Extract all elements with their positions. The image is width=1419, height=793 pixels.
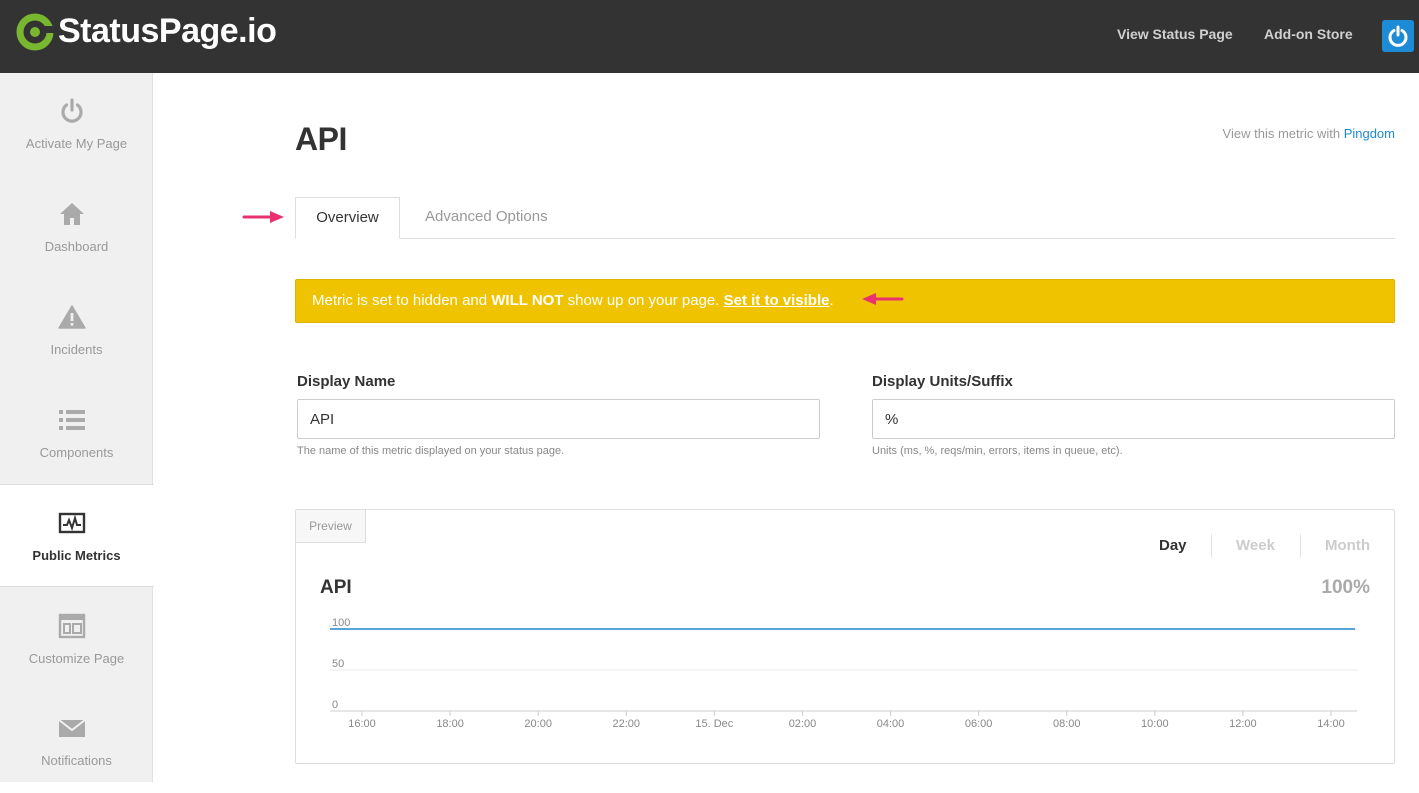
sidebar-item-label: Public Metrics	[32, 548, 121, 563]
top-bar: StatusPage.io View Status Page Add-on St…	[0, 0, 1419, 73]
chart-x-tick-label: 12:00	[1229, 718, 1257, 730]
range-divider	[1211, 534, 1212, 558]
brand-name: StatusPage.io	[58, 12, 277, 50]
chart-x-tick-label: 02:00	[789, 718, 817, 730]
set-visible-link[interactable]: Set it to visible	[724, 292, 830, 309]
sidebar-item-incidents[interactable]: Incidents	[0, 279, 153, 382]
chart-x-tick-label: 20:00	[524, 718, 552, 730]
chart-y-tick-label: 0	[332, 699, 338, 711]
sidebar-item-label: Activate My Page	[25, 136, 128, 151]
pingdom-link[interactable]: Pingdom	[1344, 126, 1395, 141]
sidebar-item-label: Incidents	[50, 342, 103, 357]
sidebar-item-public-metrics[interactable]: Public Metrics	[0, 484, 154, 587]
preview-tag: Preview	[296, 510, 366, 543]
sidebar-item-dashboard[interactable]: Dashboard	[0, 176, 153, 279]
chart-x-tick-label: 10:00	[1141, 718, 1169, 730]
sidebar-item-label: Dashboard	[44, 239, 109, 254]
home-icon	[60, 203, 84, 225]
chart-x-tick-label: 15. Dec	[695, 718, 733, 730]
list-icon	[59, 410, 85, 430]
metric-preview-panel: Preview Day Week Month API 100% 0 50 100 16…	[295, 509, 1395, 764]
tab-overview[interactable]: Overview	[295, 197, 400, 239]
chart-x-tick-label: 22:00	[613, 718, 641, 730]
preview-metric-name: API	[320, 577, 352, 598]
metrics-icon	[58, 512, 86, 534]
sidebar-item-customize-page[interactable]: Customize Page	[0, 588, 153, 691]
sidebar-item-label: Notifications	[41, 753, 112, 768]
hidden-metric-alert: Metric is set to hidden and WILL NOT sho…	[295, 279, 1395, 323]
sidebar: Activate My Page Dashboard Incidents Com…	[0, 73, 154, 782]
sidebar-item-components[interactable]: Components	[0, 382, 153, 485]
warning-icon	[58, 305, 86, 329]
range-month-button[interactable]: Month	[1325, 537, 1370, 554]
view-status-page-link[interactable]: View Status Page	[1117, 26, 1233, 42]
chart-y-tick-label: 100	[332, 617, 350, 629]
range-day-button[interactable]: Day	[1159, 537, 1187, 554]
chart-x-tick-label: 08:00	[1053, 718, 1081, 730]
range-divider	[1300, 534, 1301, 558]
alert-text: .	[829, 292, 834, 309]
alert-text: Metric is set to hidden and	[312, 292, 488, 309]
range-week-button[interactable]: Week	[1236, 537, 1275, 554]
display-units-help: Units (ms, %, reqs/min, errors, items in…	[872, 445, 1123, 457]
metric-line-chart: 0 50 100 16:00 18:00 20:00 22:00 15. Dec 02:00 04…	[330, 617, 1357, 730]
account-power-button[interactable]	[1382, 20, 1414, 52]
display-units-input[interactable]	[872, 399, 1395, 439]
page-title: API	[295, 121, 347, 157]
chart-x-tick-label: 18:00	[436, 718, 464, 730]
statuspage-logo-icon	[16, 13, 54, 50]
chart-x-tick-label: 06:00	[965, 718, 993, 730]
chart-x-tick-label: 14:00	[1317, 718, 1345, 730]
annotation-arrow-icon	[242, 211, 284, 223]
sidebar-item-activate-my-page[interactable]: Activate My Page	[0, 73, 153, 176]
sidebar-item-notifications[interactable]: Notifications	[0, 690, 153, 793]
annotation-arrow-icon	[862, 293, 904, 305]
tab-advanced-options[interactable]: Advanced Options	[425, 197, 548, 239]
display-name-input[interactable]	[297, 399, 820, 439]
addon-store-link[interactable]: Add-on Store	[1264, 26, 1353, 42]
sidebar-item-label: Components	[39, 445, 114, 460]
power-icon	[1388, 25, 1408, 47]
envelope-icon	[58, 719, 86, 737]
pingdom-note: View this metric with Pingdom	[1223, 126, 1395, 141]
pingdom-note-text: View this metric with	[1222, 126, 1341, 141]
chart-x-tick-label: 04:00	[877, 718, 905, 730]
brand-logo[interactable]: StatusPage.io	[16, 12, 277, 51]
metric-tabs: Overview Advanced Options	[295, 197, 1395, 239]
chart-x-tick-label: 16:00	[348, 718, 376, 730]
alert-text: show up on your page.	[567, 292, 720, 309]
display-name-help: The name of this metric displayed on you…	[297, 445, 565, 457]
preview-metric-value: 100%	[1321, 577, 1370, 598]
power-icon	[61, 98, 83, 123]
display-units-label: Display Units/Suffix	[872, 373, 1013, 390]
display-name-label: Display Name	[297, 373, 396, 390]
sidebar-item-label: Customize Page	[28, 651, 125, 666]
alert-emphasis: WILL NOT	[491, 292, 564, 309]
chart-y-tick-label: 50	[332, 658, 344, 670]
layout-icon	[58, 613, 86, 639]
